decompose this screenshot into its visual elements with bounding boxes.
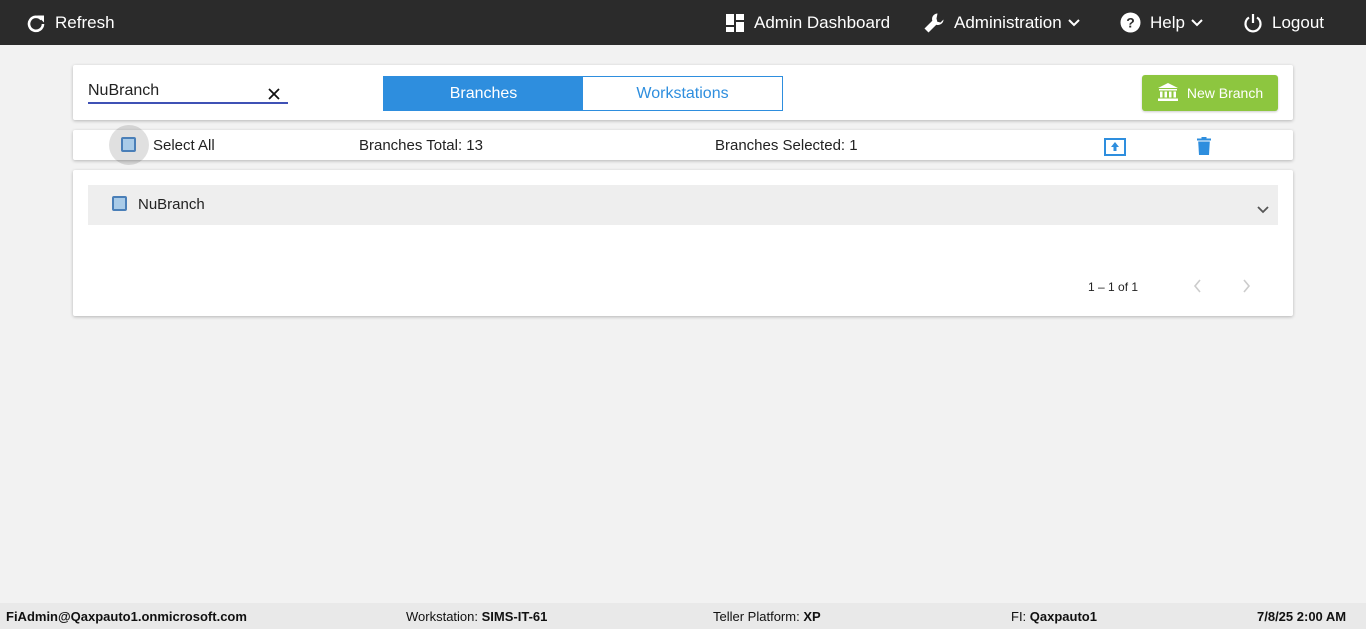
footer-user: FiAdmin@Qaxpauto1.onmicrosoft.com (6, 609, 247, 624)
chevron-down-icon (1068, 18, 1080, 27)
footer-workstation: Workstation: SIMS-IT-61 (406, 609, 547, 624)
branch-name: NuBranch (138, 196, 205, 213)
fi-value: Qaxpauto1 (1029, 609, 1097, 624)
pager-range: 1 – 1 of 1 (1088, 280, 1139, 294)
footer-datetime: 7/8/25 2:00 AM (1257, 609, 1347, 624)
fi-label: FI: (1011, 609, 1027, 624)
svg-text:?: ? (1126, 15, 1135, 31)
branches-total: Branches Total: 13 (359, 137, 483, 154)
admin-dashboard-label: Admin Dashboard (754, 12, 891, 32)
wrench-icon (923, 12, 945, 34)
administration-label: Administration (954, 12, 1062, 32)
upload-icon[interactable] (1104, 138, 1126, 161)
workstation-label: Workstation: (406, 609, 479, 624)
help-menu[interactable]: ? Help (1120, 0, 1203, 45)
list-item[interactable]: NuBranch (88, 185, 1278, 225)
chevron-down-icon[interactable] (1257, 201, 1269, 219)
select-all-label: Select All (153, 137, 215, 154)
help-icon: ? (1120, 12, 1141, 33)
status-footer: FiAdmin@Qaxpauto1.onmicrosoft.com Workst… (0, 603, 1366, 629)
workstation-value: SIMS-IT-61 (481, 609, 548, 624)
administration-menu[interactable]: Administration (923, 0, 1080, 45)
bank-icon (1157, 82, 1179, 105)
refresh-label: Refresh (55, 12, 115, 32)
search-input[interactable] (88, 81, 258, 101)
platform-label: Teller Platform: (713, 609, 800, 624)
power-icon (1243, 13, 1263, 33)
search-card: Branches Workstations New Branch (73, 65, 1293, 120)
search-field (88, 81, 288, 104)
view-tabs: Branches Workstations (383, 76, 783, 111)
new-branch-button[interactable]: New Branch (1142, 75, 1278, 111)
top-nav-bar: Refresh Admin Dashboard Administration ?… (0, 0, 1366, 45)
dashboard-icon (725, 13, 745, 33)
refresh-icon (26, 13, 46, 33)
selection-toolbar: Select All Branches Total: 13 Branches S… (73, 125, 1293, 165)
chevron-down-icon (1191, 18, 1203, 27)
previous-page-button[interactable] (1192, 278, 1204, 299)
platform-value: XP (803, 609, 821, 624)
new-branch-label: New Branch (1186, 85, 1264, 101)
branches-selected: Branches Selected: 1 (715, 137, 858, 154)
row-checkbox[interactable] (112, 196, 127, 211)
select-all-checkbox-ripple (109, 125, 149, 165)
branch-list-card: NuBranch 1 – 1 of 1 (73, 170, 1293, 316)
logout-button[interactable]: Logout (1243, 0, 1324, 45)
help-label: Help (1150, 12, 1185, 32)
close-icon[interactable] (268, 87, 282, 101)
refresh-button[interactable]: Refresh (26, 0, 115, 45)
select-all-checkbox[interactable] (121, 137, 136, 152)
tab-branches[interactable]: Branches (384, 77, 583, 110)
trash-icon[interactable] (1197, 137, 1211, 160)
footer-platform: Teller Platform: XP (713, 609, 821, 624)
logout-label: Logout (1272, 12, 1324, 32)
tab-workstations[interactable]: Workstations (583, 77, 782, 110)
next-page-button[interactable] (1240, 278, 1252, 299)
admin-dashboard-button[interactable]: Admin Dashboard (725, 0, 890, 45)
footer-fi: FI: Qaxpauto1 (1011, 609, 1097, 624)
